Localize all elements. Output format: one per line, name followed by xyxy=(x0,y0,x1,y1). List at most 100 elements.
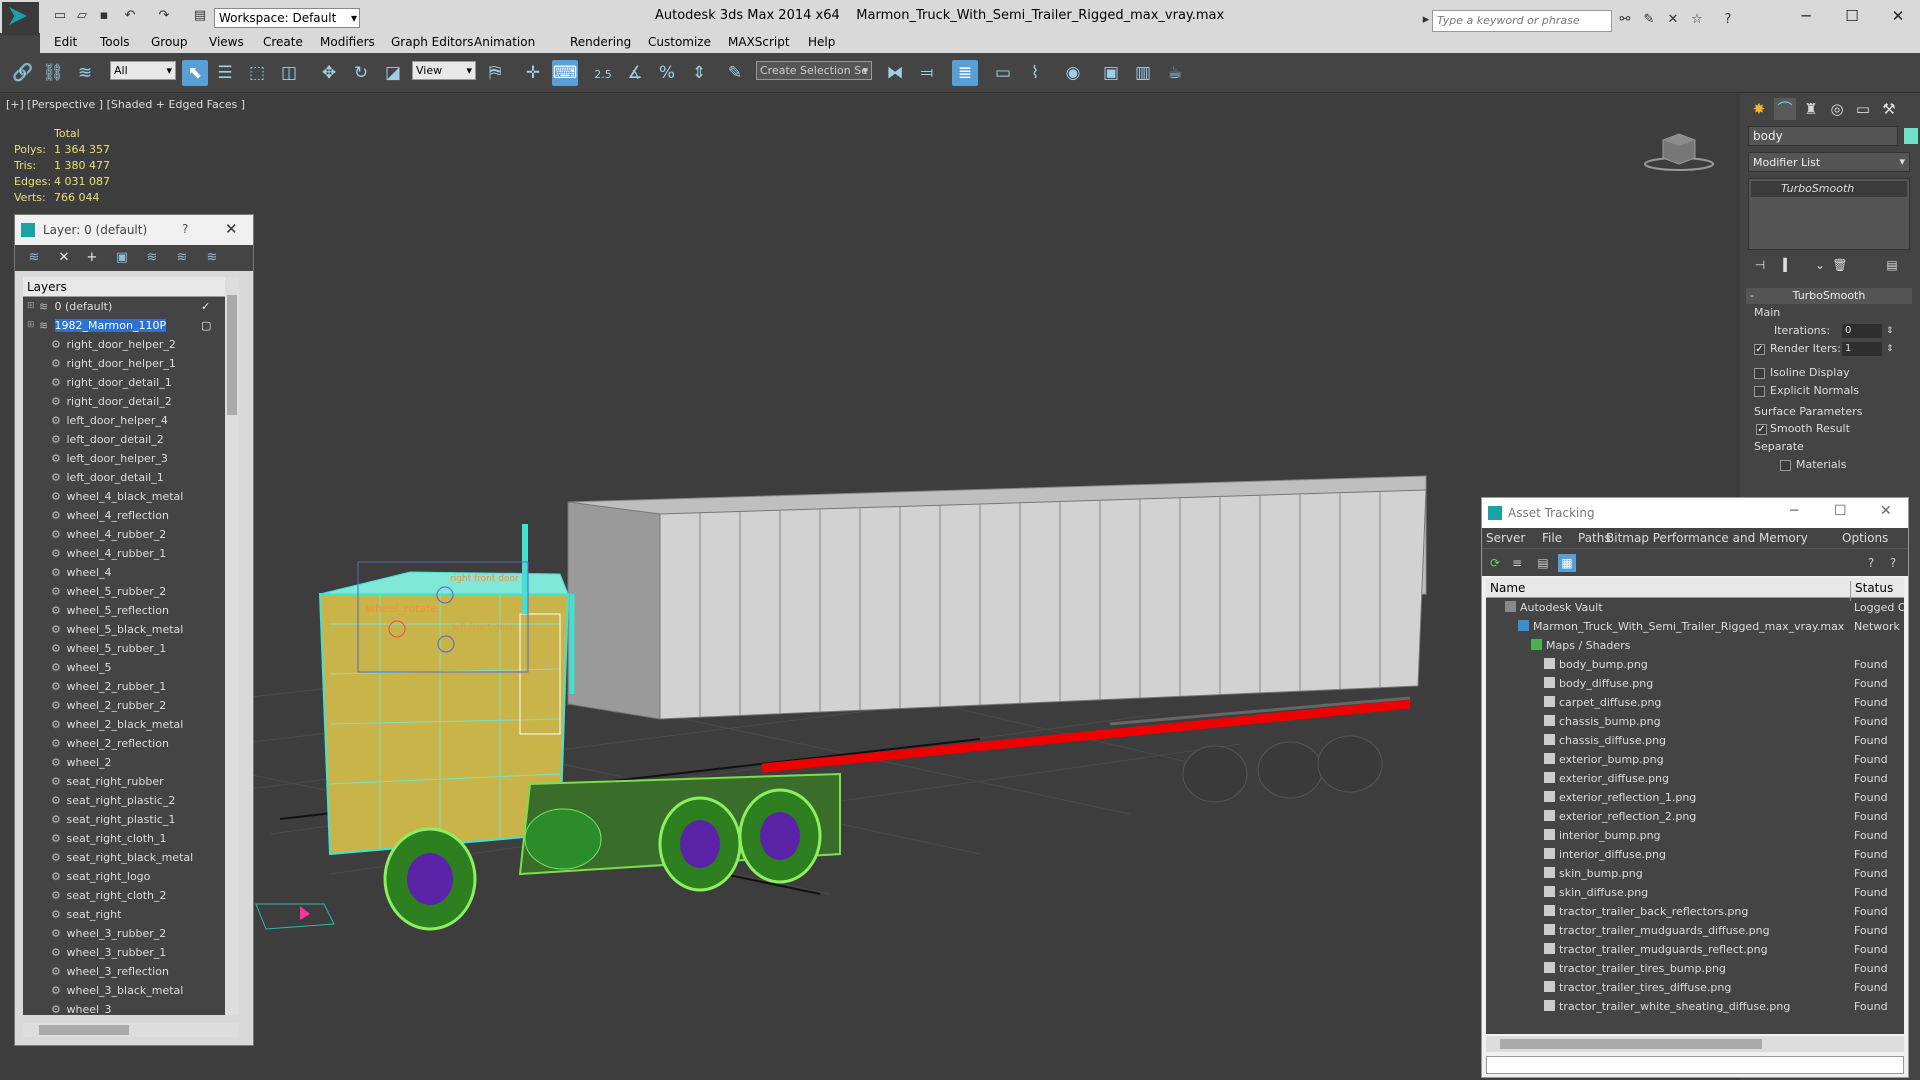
expand-toggle-icon[interactable]: ⊞ xyxy=(27,297,35,316)
hierarchy-tab-icon[interactable]: ♜ xyxy=(1800,98,1822,120)
select-and-link-icon[interactable]: 🔗 xyxy=(10,60,36,86)
new-file-icon[interactable]: ▭ xyxy=(52,8,68,24)
menu-views[interactable]: Views xyxy=(209,35,244,49)
layers-column-header[interactable]: Layers xyxy=(23,277,239,297)
menu-customize[interactable]: Customize xyxy=(648,35,711,49)
layer-object-row[interactable]: ⚙ wheel_5_rubber_1 xyxy=(23,639,239,658)
help-icon[interactable]: ? xyxy=(182,222,188,236)
menu-create[interactable]: Create xyxy=(263,35,303,49)
layer-object-row[interactable]: ⚙ wheel_5_rubber_2 xyxy=(23,582,239,601)
close-icon[interactable]: ✕ xyxy=(225,220,238,238)
menu-file[interactable]: File xyxy=(1542,531,1562,545)
display-tab-icon[interactable]: ▭ xyxy=(1852,98,1874,120)
iterations-spinner[interactable]: 0 xyxy=(1842,324,1882,338)
asset-row[interactable]: body_diffuse.png Found xyxy=(1486,674,1904,693)
configure-modifier-sets-icon[interactable]: ▤ xyxy=(1884,258,1900,274)
pivot-center-icon[interactable]: ⛿ xyxy=(482,60,508,86)
asset-row[interactable]: exterior_reflection_2.png Found xyxy=(1486,807,1904,826)
angle-snap-icon[interactable]: ∡ xyxy=(622,60,648,86)
asset-row[interactable]: tractor_trailer_back_reflectors.png Found xyxy=(1486,902,1904,921)
viewcube-icon[interactable] xyxy=(1643,132,1715,172)
layer-object-row[interactable]: ⚙ wheel_4_rubber_1 xyxy=(23,544,239,563)
asset-row[interactable]: exterior_bump.png Found xyxy=(1486,750,1904,769)
modifier-turbosmooth[interactable]: TurboSmooth xyxy=(1751,181,1907,197)
asset-row[interactable]: body_bump.png Found xyxy=(1486,655,1904,674)
communication-icon[interactable]: ✕ xyxy=(1665,12,1681,28)
menu-modifiers[interactable]: Modifiers xyxy=(320,35,375,49)
spinner-snap-icon[interactable]: ⇕ xyxy=(686,60,712,86)
unlink-icon[interactable]: ⛓ xyxy=(40,60,66,86)
layer-object-row[interactable]: ⚙ seat_right_plastic_2 xyxy=(23,791,239,810)
menu-edit[interactable]: Edit xyxy=(54,35,77,49)
layer-object-row[interactable]: ⚙ left_door_helper_3 xyxy=(23,449,239,468)
layer-object-row[interactable]: ⚙ wheel_2_rubber_1 xyxy=(23,677,239,696)
asset-table-hscrollbar[interactable] xyxy=(1486,1036,1904,1052)
layer-object-row[interactable]: ⚙ left_door_detail_1 xyxy=(23,468,239,487)
menu-tools[interactable]: Tools xyxy=(100,35,130,49)
menu-animation[interactable]: Animation xyxy=(474,35,535,49)
freeze-all-layers-icon[interactable]: ≋ xyxy=(203,249,221,267)
highlight-selected-layer-icon[interactable]: ≋ xyxy=(143,249,161,267)
layer-object-row[interactable]: ⚙ right_door_detail_1 xyxy=(23,373,239,392)
rotate-icon[interactable]: ↻ xyxy=(348,60,374,86)
layer-object-row[interactable]: ⚙ wheel_5_reflection xyxy=(23,601,239,620)
favorites-icon[interactable]: ☆ xyxy=(1689,12,1705,28)
named-selection-set-input[interactable]: Create Selection Se xyxy=(756,61,872,80)
modifier-list-select[interactable]: Modifier List xyxy=(1748,152,1910,172)
modifier-stack[interactable]: TurboSmooth xyxy=(1748,178,1910,250)
asset-row[interactable]: exterior_reflection_1.png Found xyxy=(1486,788,1904,807)
menu-bitmap-performance[interactable]: Bitmap Performance and Memory xyxy=(1606,531,1808,545)
layers-icon[interactable]: ≋ xyxy=(25,249,43,267)
asset-row[interactable]: Autodesk Vault Logged O xyxy=(1486,598,1904,617)
modify-tab-icon[interactable]: ⌒ xyxy=(1774,98,1796,120)
layer-object-row[interactable]: ⚙ wheel_4 xyxy=(23,563,239,582)
close-button[interactable]: ✕ xyxy=(1878,5,1918,27)
help-icon[interactable]: ? xyxy=(1720,12,1736,28)
undo-icon[interactable]: ↶ xyxy=(122,8,138,24)
layer-object-row[interactable]: ⚙ right_door_detail_2 xyxy=(23,392,239,411)
smooth-result-checkbox[interactable]: ✓ xyxy=(1756,424,1767,435)
menu-rendering[interactable]: Rendering xyxy=(570,35,631,49)
minimize-button[interactable]: ─ xyxy=(1790,503,1798,519)
layer-object-row[interactable]: ⚙ wheel_5_black_metal xyxy=(23,620,239,639)
explicit-normals-checkbox[interactable] xyxy=(1754,386,1765,397)
maximize-button[interactable]: ☐ xyxy=(1832,5,1872,27)
isoline-display-checkbox[interactable] xyxy=(1754,368,1765,379)
manipulate-icon[interactable]: ✛ xyxy=(520,60,546,86)
menu-server[interactable]: Server xyxy=(1486,531,1525,545)
select-by-name-icon[interactable]: ☰ xyxy=(212,60,238,86)
menu-options[interactable]: Options xyxy=(1842,531,1888,545)
layer-object-row[interactable]: ⚙ left_door_detail_2 xyxy=(23,430,239,449)
turbosmooth-rollout-header[interactable]: TurboSmooth xyxy=(1746,288,1912,304)
asset-row[interactable]: tractor_trailer_tires_diffuse.png Found xyxy=(1486,978,1904,997)
close-button[interactable]: ✕ xyxy=(1880,503,1892,519)
layer-object-row[interactable]: ⚙ wheel_5 xyxy=(23,658,239,677)
motion-tab-icon[interactable]: ◎ xyxy=(1826,98,1848,120)
select-objects-in-layer-icon[interactable]: ▣ xyxy=(113,249,131,267)
layer-object-row[interactable]: ⚙ wheel_2_reflection xyxy=(23,734,239,753)
layer-object-row[interactable]: ⚙ seat_right_black_metal xyxy=(23,848,239,867)
menu-group[interactable]: Group xyxy=(151,35,188,49)
hscrollbar-thumb[interactable] xyxy=(1500,1039,1762,1049)
layer-object-row[interactable]: ⚙ seat_right_cloth_1 xyxy=(23,829,239,848)
save-file-icon[interactable]: ▪ xyxy=(96,8,112,24)
mirror-icon[interactable]: ⧓ xyxy=(882,60,908,86)
binoculars-icon[interactable]: ⚯ xyxy=(1617,12,1633,28)
layer-object-row[interactable]: ⚙ seat_right_cloth_2 xyxy=(23,886,239,905)
layer-object-row[interactable]: ⚙ wheel_3_rubber_1 xyxy=(23,943,239,962)
render-production-icon[interactable]: ☕ xyxy=(1162,60,1188,86)
refresh-icon[interactable]: ⟳ xyxy=(1486,554,1504,572)
window-crossing-icon[interactable]: ◫ xyxy=(276,60,302,86)
hide-all-layers-icon[interactable]: ≋ xyxy=(173,249,191,267)
column-name[interactable]: Name xyxy=(1490,581,1525,595)
menu-graph-editors[interactable]: Graph Editors xyxy=(391,35,473,49)
detail-view-icon[interactable]: ▤ xyxy=(1534,554,1552,572)
help-options-icon[interactable]: ? xyxy=(1884,554,1902,572)
table-view-icon[interactable]: ▦ xyxy=(1558,554,1576,572)
list-view-icon[interactable]: ≡ xyxy=(1508,554,1526,572)
layer-object-row[interactable]: ⚙ wheel_3_rubber_2 xyxy=(23,924,239,943)
layer-object-row[interactable]: ⚙ wheel_4_reflection xyxy=(23,506,239,525)
render-setup-icon[interactable]: ▣ xyxy=(1098,60,1124,86)
layer-object-row[interactable]: ⚙ wheel_2 xyxy=(23,753,239,772)
workspace-select[interactable]: Workspace: Default xyxy=(214,8,360,28)
